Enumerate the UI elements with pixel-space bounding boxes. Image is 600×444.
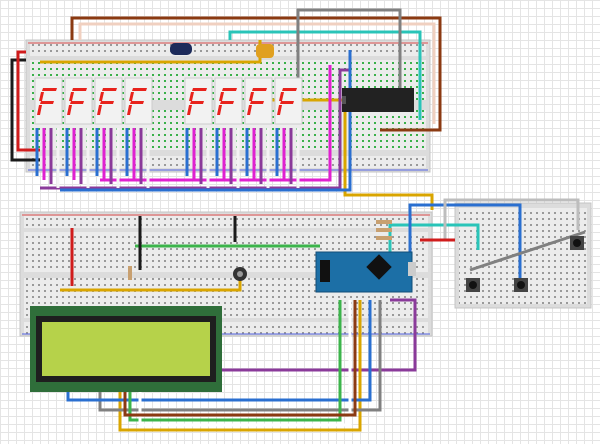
breadboard-diagram (10, 8, 592, 432)
ceramic-capacitor (256, 44, 274, 58)
pushbutton[interactable] (570, 236, 584, 250)
resistor (376, 220, 392, 224)
pushbutton[interactable] (514, 278, 528, 292)
seven-segment-display (94, 77, 123, 125)
seven-segment-display (244, 77, 273, 125)
seven-segment-display (214, 77, 243, 125)
potentiometer (233, 267, 247, 281)
seven-segment-display (34, 77, 63, 125)
seven-segment-display (64, 77, 93, 125)
resistor (376, 228, 392, 232)
lcd-module (30, 306, 222, 392)
seven-segment-display (274, 77, 303, 125)
seven-segment-display (124, 77, 153, 125)
seven-segment-display (184, 77, 213, 125)
electrolytic-capacitor (170, 43, 192, 55)
resistor (128, 266, 132, 280)
driver-chip (342, 88, 414, 112)
resistor (376, 236, 392, 240)
pushbutton[interactable] (466, 278, 480, 292)
breadboard-right (454, 202, 592, 309)
arduino-nano (315, 251, 416, 293)
